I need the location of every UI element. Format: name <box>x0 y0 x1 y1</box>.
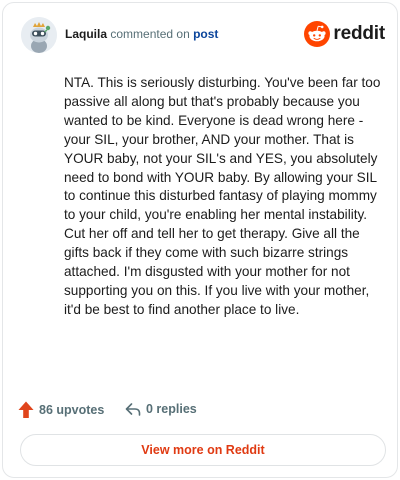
username-link[interactable]: Laquila <box>65 27 107 41</box>
upvote-group[interactable]: 86 upvotes <box>18 401 104 419</box>
comment-actions: 86 upvotes 0 replies <box>18 401 378 421</box>
post-link[interactable]: post <box>193 27 218 41</box>
reply-arrow-icon[interactable] <box>125 401 141 417</box>
reply-count: 0 replies <box>146 402 197 416</box>
snoo-avatar-icon <box>21 17 57 53</box>
comment-byline: Laquila commented on post <box>65 27 218 41</box>
comment-text: NTA. This is seriously disturbing. You'v… <box>64 75 381 317</box>
reddit-wordmark: reddit <box>333 23 385 44</box>
comment-header: Laquila commented on post reddit <box>17 17 385 53</box>
reddit-logo[interactable]: reddit <box>304 21 385 47</box>
upvote-count: 86 upvotes <box>39 403 105 417</box>
replies-group[interactable]: 0 replies <box>125 401 197 417</box>
upvote-arrow-icon[interactable] <box>18 401 34 419</box>
reddit-snoo-icon <box>304 21 331 47</box>
view-more-button[interactable]: View more on Reddit <box>20 434 386 466</box>
user-avatar[interactable] <box>21 17 57 53</box>
comment-embed-card: Laquila commented on post reddit NTA. Th… <box>2 2 398 478</box>
action-text: commented on <box>110 27 190 41</box>
